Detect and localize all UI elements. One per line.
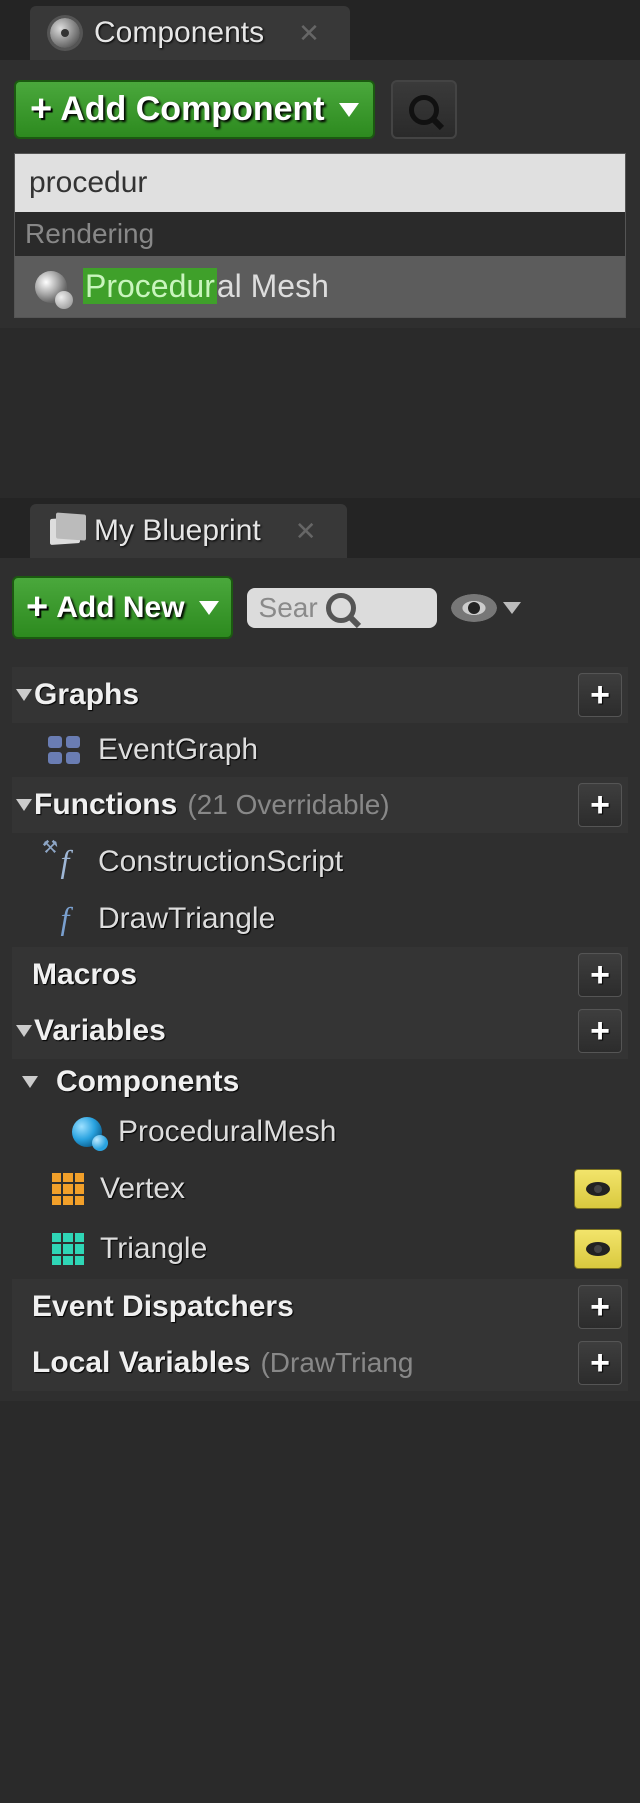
category-local-variables[interactable]: Local Variables (DrawTriang + <box>12 1335 628 1391</box>
dropdown-caret-icon <box>503 602 521 614</box>
variable-vertex[interactable]: Vertex <box>12 1159 628 1219</box>
gear-icon <box>50 18 80 48</box>
function-item-drawtriangle[interactable]: f DrawTriangle <box>12 890 628 947</box>
plus-icon: + <box>26 586 48 629</box>
plus-icon: + <box>30 88 52 131</box>
components-tab-title: Components <box>94 16 264 50</box>
expand-icon <box>22 1076 38 1088</box>
array-var-icon <box>52 1233 84 1265</box>
item-label: EventGraph <box>98 733 258 767</box>
category-functions[interactable]: Functions (21 Overridable) + <box>12 777 628 833</box>
components-toolbar: + Add Component <box>14 80 626 139</box>
dropdown-caret-icon <box>199 601 219 615</box>
category-event-dispatchers[interactable]: Event Dispatchers + <box>12 1279 628 1335</box>
category-label: Variables <box>34 1014 166 1048</box>
blueprint-tab-title: My Blueprint <box>94 514 261 548</box>
variable-proceduralmesh[interactable]: ProceduralMesh <box>12 1105 628 1159</box>
add-component-button[interactable]: + Add Component <box>14 80 375 139</box>
component-result-procedural-mesh[interactable]: Procedural Mesh <box>15 256 625 317</box>
eye-icon <box>586 1242 610 1256</box>
view-options-button[interactable] <box>451 594 521 622</box>
item-label: Triangle <box>100 1232 207 1266</box>
category-hint: (DrawTriang <box>260 1347 413 1379</box>
subcategory-components[interactable]: Components <box>12 1059 628 1105</box>
item-label: ProceduralMesh <box>118 1115 336 1149</box>
add-function-button[interactable]: + <box>578 783 622 827</box>
component-search-input[interactable] <box>15 154 625 212</box>
category-label: Graphs <box>34 678 139 712</box>
item-label: Vertex <box>100 1172 185 1206</box>
dropdown-caret-icon <box>339 103 359 117</box>
function-icon: f <box>48 900 82 937</box>
category-label: Event Dispatchers <box>32 1290 294 1324</box>
function-item-constructionscript[interactable]: f ConstructionScript <box>12 833 628 890</box>
category-variables[interactable]: Variables + <box>12 1003 628 1059</box>
graph-item-eventgraph[interactable]: EventGraph <box>12 723 628 777</box>
category-macros[interactable]: Macros + <box>12 947 628 1003</box>
category-hint: (21 Overridable) <box>187 789 389 821</box>
construction-function-icon: f <box>48 843 82 880</box>
blueprint-icon <box>50 517 80 545</box>
panel-gap <box>0 328 640 498</box>
array-var-icon <box>52 1173 84 1205</box>
blueprint-search-input[interactable]: Sear <box>247 588 437 628</box>
item-label: ConstructionScript <box>98 845 343 879</box>
category-graphs[interactable]: Graphs + <box>12 667 628 723</box>
category-label: Local Variables <box>32 1346 250 1380</box>
add-graph-button[interactable]: + <box>578 673 622 717</box>
add-variable-button[interactable]: + <box>578 1009 622 1053</box>
eye-icon <box>586 1182 610 1196</box>
result-label: Procedural Mesh <box>83 268 329 305</box>
add-component-label: Add Component <box>60 90 324 129</box>
search-icon <box>409 95 439 125</box>
add-new-button[interactable]: + Add New <box>12 576 233 639</box>
add-local-variable-button[interactable]: + <box>578 1341 622 1385</box>
visibility-toggle[interactable] <box>574 1229 622 1269</box>
blueprint-tree: Graphs + EventGraph Functions (21 Overri… <box>12 667 628 1391</box>
search-placeholder: Sear <box>259 592 318 624</box>
category-label: Components <box>56 1065 239 1099</box>
close-icon[interactable]: ✕ <box>295 516 317 547</box>
eye-icon <box>451 594 497 622</box>
close-icon[interactable]: ✕ <box>298 18 320 49</box>
category-label: Macros <box>32 958 137 992</box>
blueprint-tab[interactable]: My Blueprint ✕ <box>30 504 347 558</box>
component-var-icon <box>72 1117 102 1147</box>
components-tab-bar: Components ✕ <box>0 0 640 60</box>
components-panel: Components ✕ + Add Component Rendering P… <box>0 0 640 328</box>
item-label: DrawTriangle <box>98 902 275 936</box>
add-macro-button[interactable]: + <box>578 953 622 997</box>
add-event-dispatcher-button[interactable]: + <box>578 1285 622 1329</box>
mesh-component-icon <box>35 271 67 303</box>
component-search-popup: Rendering Procedural Mesh <box>14 153 626 318</box>
category-label: Functions <box>34 788 177 822</box>
blueprint-panel-body: + Add New Sear Graphs + EventGr <box>0 558 640 1401</box>
add-new-label: Add New <box>56 591 184 625</box>
search-icon <box>326 593 356 623</box>
search-toggle-button[interactable] <box>391 80 457 139</box>
eventgraph-icon <box>48 736 82 764</box>
expand-icon <box>16 1025 32 1037</box>
expand-icon <box>16 689 32 701</box>
blueprint-tab-bar: My Blueprint ✕ <box>0 498 640 558</box>
blueprint-toolbar: + Add New Sear <box>12 576 628 639</box>
visibility-toggle[interactable] <box>574 1169 622 1209</box>
variable-triangle[interactable]: Triangle <box>12 1219 628 1279</box>
components-panel-body: + Add Component Rendering Procedural Mes… <box>0 60 640 328</box>
components-tab[interactable]: Components ✕ <box>30 6 350 60</box>
expand-icon <box>16 799 32 811</box>
my-blueprint-panel: My Blueprint ✕ + Add New Sear Gr <box>0 498 640 1401</box>
result-group-rendering: Rendering <box>15 212 625 256</box>
